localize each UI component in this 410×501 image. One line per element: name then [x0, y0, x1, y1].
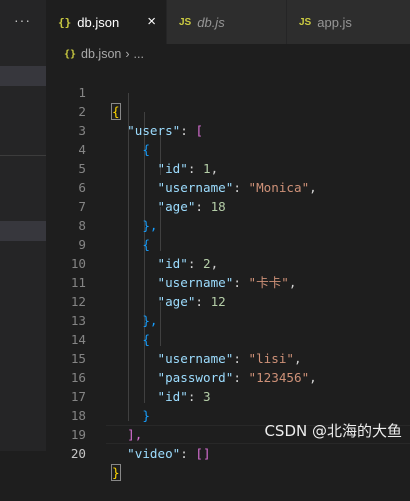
- code-line: 18 ],: [46, 387, 410, 442]
- code-line: 11 "age": 12: [46, 254, 410, 309]
- breadcrumb-file[interactable]: db.json: [81, 47, 121, 61]
- js-file-icon: JS: [179, 16, 192, 28]
- code-line: 15 "password": "123456",: [46, 330, 410, 385]
- code-line: 14 "username": "lisi",: [46, 311, 410, 366]
- code-line: 2 "users": [: [46, 83, 410, 138]
- tab-label: app.js: [317, 14, 352, 30]
- code-line: 17 }: [46, 368, 410, 423]
- code-editor[interactable]: 1 { 2 "users": [ 3 { 4 "id": 1, 5 "usern…: [46, 64, 410, 481]
- code-line: 4 "id": 1,: [46, 121, 410, 176]
- tab-label: db.js: [197, 14, 225, 30]
- close-tab-icon[interactable]: ×: [147, 13, 156, 30]
- code-line: 1 {: [46, 64, 410, 120]
- code-line: 6 "age": 18: [46, 159, 410, 214]
- breadcrumb-separator: ›: [125, 47, 130, 61]
- code-line: 7 },: [46, 178, 410, 233]
- tab-bar: {} db.json × JS db.js JS app.js: [46, 0, 410, 44]
- tab-db-js[interactable]: JS db.js: [167, 0, 286, 44]
- json-array: []: [195, 446, 211, 461]
- code-line: 12 },: [46, 273, 410, 328]
- code-line: 9 "id": 2,: [46, 216, 410, 271]
- line-number: 20: [70, 446, 86, 461]
- code-line: 8 {: [46, 197, 410, 252]
- tab-label: db.json: [77, 14, 120, 30]
- js-file-icon: JS: [299, 16, 312, 28]
- watermark: CSDN @北海的大鱼: [264, 422, 402, 440]
- json-file-icon: {}: [64, 48, 77, 60]
- code-line: 5 "username": "Monica",: [46, 140, 410, 195]
- tab-app-js[interactable]: JS app.js: [287, 0, 410, 44]
- code-line: 10 "username": "卡卡",: [46, 235, 410, 290]
- code-line: 13 {: [46, 292, 410, 347]
- tab-db-json[interactable]: {} db.json ×: [46, 0, 166, 44]
- json-file-icon: {}: [58, 15, 72, 29]
- code-line: 3 {: [46, 102, 410, 157]
- breadcrumb: {} db.json › ...: [46, 44, 410, 64]
- breadcrumb-symbol[interactable]: ...: [134, 47, 144, 61]
- sidebar-selected-row[interactable]: [0, 66, 46, 86]
- more-actions-icon[interactable]: ···: [14, 12, 31, 28]
- brace: }: [111, 464, 121, 481]
- sidebar-divider: [0, 155, 46, 156]
- json-key: "video": [127, 446, 181, 461]
- sidebar-highlight-row[interactable]: [0, 221, 46, 241]
- code-line: 16 "id": 3: [46, 349, 410, 404]
- sidebar: ···: [0, 0, 46, 451]
